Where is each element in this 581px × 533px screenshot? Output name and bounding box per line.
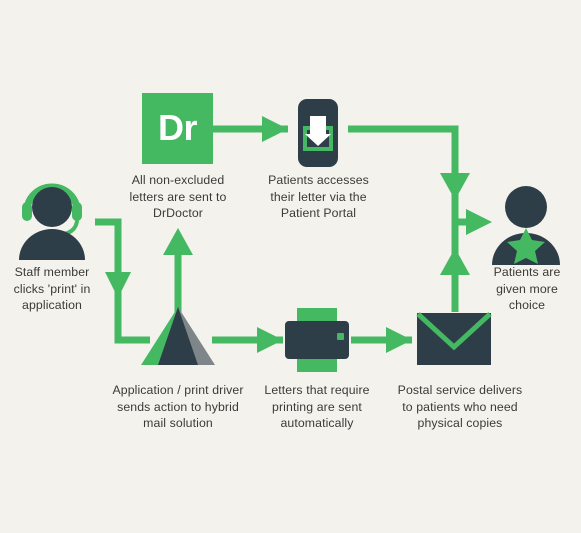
- process-flow-diagram: Dr Staff member clicks 'print' in applic…: [0, 0, 581, 533]
- arrowhead-to-patients-right: [466, 209, 492, 235]
- drdoctor-logo-text: Dr: [157, 106, 198, 148]
- caption-printer: Letters that require printing are sent a…: [264, 383, 370, 430]
- staff-headset-person-icon: [19, 183, 85, 260]
- arrowhead-right-trunk-down: [440, 173, 470, 200]
- arrowhead-staff-down: [105, 272, 131, 298]
- caption-patients-choice: Patients are given more choice: [493, 265, 561, 312]
- arrowhead-to-printer-right: [257, 327, 283, 353]
- caption-staff-member: Staff member clicks 'print' in applicati…: [13, 265, 91, 312]
- caption-hybrid-mail: Application / print driver sends action …: [112, 383, 244, 430]
- arrowhead-to-drdoctor-up: [163, 228, 193, 255]
- arrowhead-to-postal-right: [386, 327, 412, 353]
- caption-patient-portal: Patients accesses their letter via the P…: [268, 173, 369, 220]
- patient-star-person-icon: [492, 186, 560, 265]
- arrowhead-postal-up: [440, 248, 470, 275]
- printer-icon: [285, 308, 349, 372]
- arrowhead-to-portal-right: [262, 116, 288, 142]
- drdoctor-logo-tile: Dr: [142, 93, 213, 164]
- caption-drdoctor: All non-excluded letters are sent to DrD…: [129, 173, 227, 220]
- mobile-phone-letter-icon: [298, 99, 338, 167]
- envelope-icon: [416, 312, 492, 365]
- pyramid-hybrid-mail-icon: [141, 307, 215, 365]
- caption-postal-service: Postal service delivers to patients who …: [397, 383, 523, 430]
